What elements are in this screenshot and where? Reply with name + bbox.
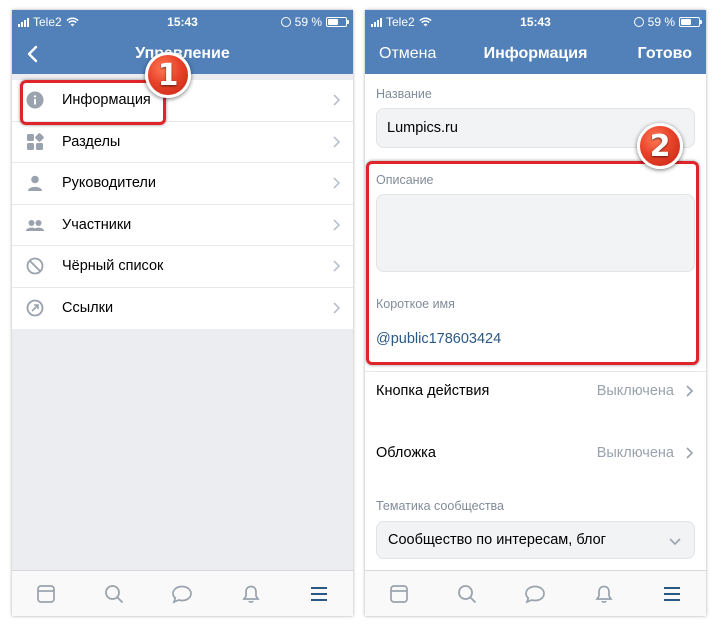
- cover-value: Выключена: [596, 445, 674, 461]
- topic-label: Тематика сообщества: [376, 499, 505, 513]
- tab-search[interactable]: [94, 574, 134, 614]
- chevron-right-icon: [686, 385, 694, 397]
- menu-item-sections[interactable]: Разделы: [12, 122, 353, 163]
- menu-item-label: Руководители: [62, 175, 156, 192]
- notifications-icon: [595, 585, 613, 603]
- battery-percent: 59 %: [647, 15, 675, 29]
- menu-item-label: Чёрный список: [62, 258, 164, 275]
- step-badge-2: 2: [637, 123, 683, 169]
- search-icon: [458, 584, 477, 603]
- chevron-right-icon: [333, 177, 341, 189]
- menu-item-label: Участники: [62, 216, 132, 233]
- link-icon: [25, 298, 45, 318]
- name-label: Название: [376, 87, 432, 101]
- news-icon: [37, 584, 55, 603]
- step-number: 2: [649, 128, 671, 164]
- left-phone-screen: Tele2 15:43 59 % Управление Информация Р…: [12, 10, 353, 616]
- info-icon: [25, 90, 45, 110]
- orientation-lock-icon: [280, 17, 291, 27]
- tab-notifications[interactable]: [231, 574, 271, 614]
- name-value: Lumpics.ru: [387, 120, 458, 136]
- battery-percent: 59 %: [294, 15, 322, 29]
- battery-icon: [679, 17, 702, 27]
- chevron-right-icon: [333, 94, 341, 106]
- tab-menu[interactable]: [652, 574, 692, 614]
- nav-bar: Отмена Информация Готово: [365, 34, 706, 74]
- menu-item-label: Информация: [62, 92, 151, 109]
- tab-news[interactable]: [379, 574, 419, 614]
- menu-item-managers[interactable]: Руководители: [12, 163, 353, 205]
- chevron-right-icon: [686, 447, 694, 459]
- tab-menu[interactable]: [299, 574, 339, 614]
- menu-item-links[interactable]: Ссылки: [12, 288, 353, 330]
- step-number: 1: [157, 57, 179, 93]
- description-field[interactable]: [376, 194, 695, 272]
- topic-value: Сообщество по интересам, блог: [388, 532, 606, 548]
- menu-icon: [310, 586, 327, 601]
- chevron-right-icon: [333, 260, 341, 272]
- sections-icon: [25, 132, 45, 152]
- action-button-label: Кнопка действия: [376, 383, 490, 399]
- short-name-label: Короткое имя: [376, 297, 455, 311]
- management-content: Информация Разделы Руководители Участник…: [12, 74, 353, 570]
- messages-icon: [172, 585, 193, 604]
- menu-icon: [663, 586, 680, 601]
- chevron-right-icon: [333, 302, 341, 314]
- management-menu: Информация Разделы Руководители Участник…: [12, 80, 353, 329]
- search-icon: [105, 584, 124, 603]
- news-icon: [390, 584, 408, 603]
- step-badge-1: 1: [145, 52, 191, 98]
- status-bar: Tele2 15:43 59 %: [12, 10, 353, 34]
- tab-search[interactable]: [447, 574, 487, 614]
- chevron-right-icon: [333, 136, 341, 148]
- tab-news[interactable]: [26, 574, 66, 614]
- topic-select[interactable]: Сообщество по интересам, блог: [376, 521, 695, 559]
- chevron-down-icon: [669, 538, 681, 546]
- cover-row[interactable]: Обложка Выключена: [365, 434, 706, 474]
- people-icon: [25, 215, 45, 235]
- tab-bar: [12, 570, 353, 616]
- right-phone-screen: Tele2 15:43 59 % Отмена Информация Готов…: [365, 10, 706, 616]
- short-name-link[interactable]: @public178603424: [376, 331, 501, 347]
- chevron-right-icon: [333, 219, 341, 231]
- menu-item-blacklist[interactable]: Чёрный список: [12, 246, 353, 288]
- notifications-icon: [242, 585, 260, 603]
- tab-messages[interactable]: [515, 574, 555, 614]
- block-icon: [25, 256, 45, 276]
- status-bar: Tele2 15:43 59 %: [365, 10, 706, 34]
- tab-notifications[interactable]: [584, 574, 624, 614]
- action-button-row[interactable]: Кнопка действия Выключена: [365, 371, 706, 411]
- messages-icon: [525, 585, 546, 604]
- menu-item-members[interactable]: Участники: [12, 205, 353, 246]
- description-label: Описание: [376, 173, 434, 187]
- tab-messages[interactable]: [162, 574, 202, 614]
- done-button[interactable]: Готово: [638, 45, 692, 63]
- person-icon: [25, 173, 45, 193]
- battery-icon: [326, 17, 349, 27]
- action-button-value: Выключена: [596, 383, 674, 399]
- menu-item-label: Ссылки: [62, 300, 114, 317]
- orientation-lock-icon: [633, 17, 644, 27]
- cover-label: Обложка: [376, 445, 436, 461]
- tab-bar: [365, 570, 706, 616]
- menu-item-label: Разделы: [62, 133, 121, 150]
